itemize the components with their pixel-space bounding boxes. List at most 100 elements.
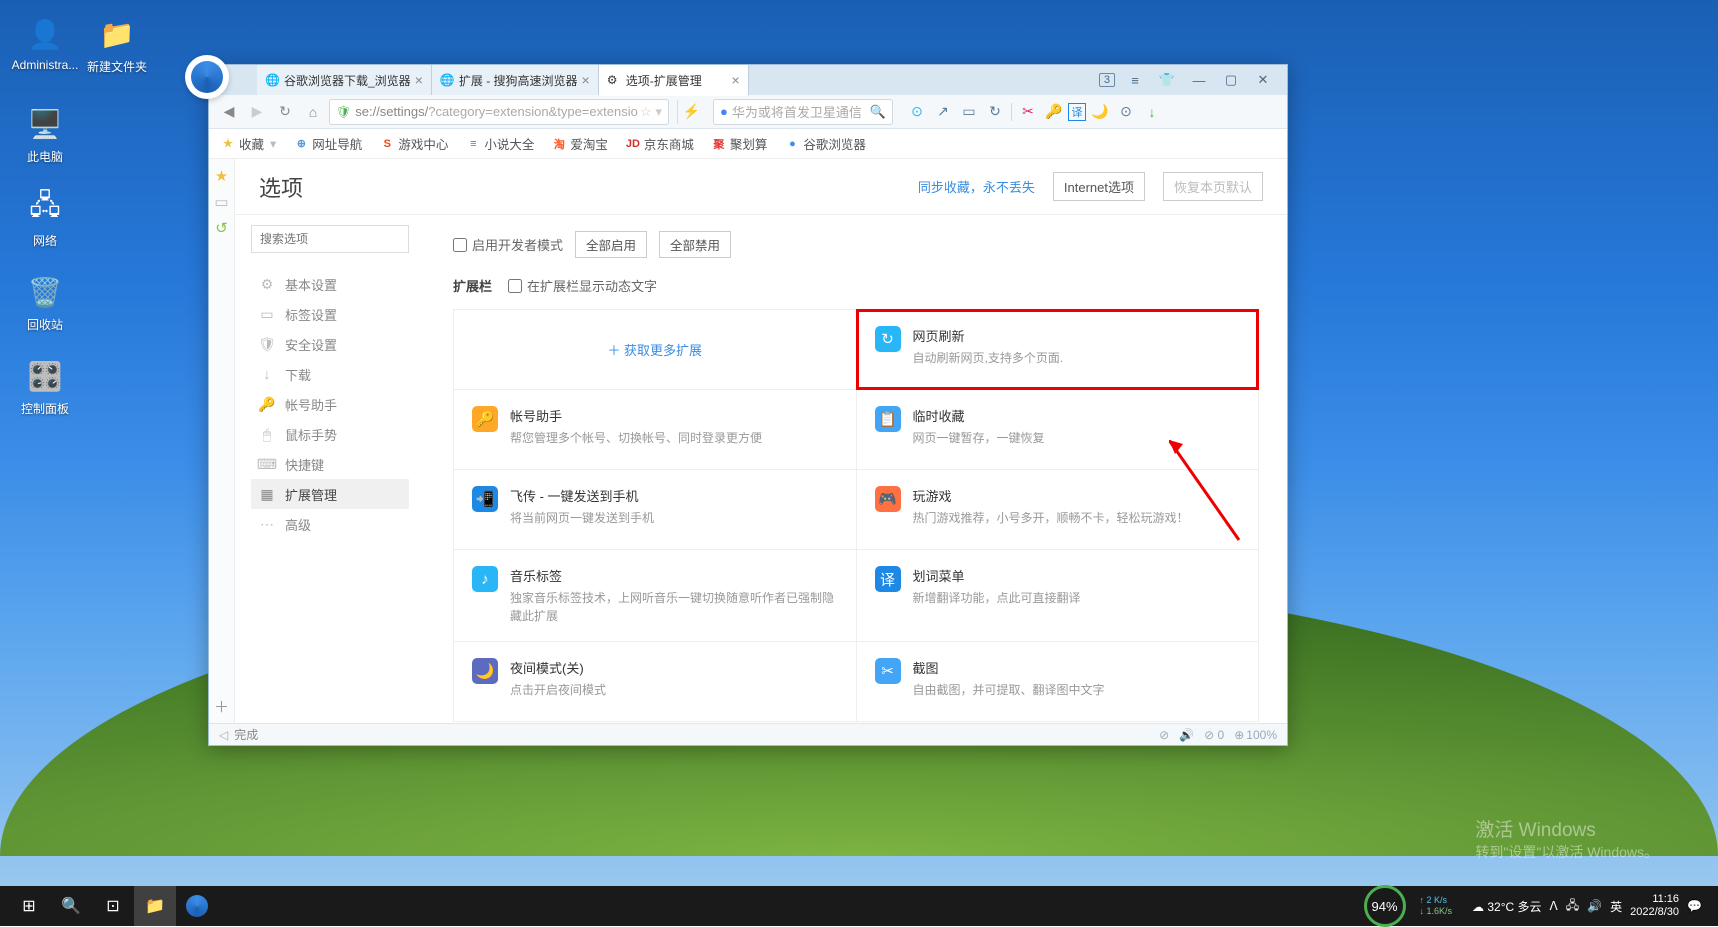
sidebar-item[interactable]: ⌨快捷键 (251, 449, 409, 479)
extension-item[interactable]: 译划词菜单新增翻译功能，点此可直接翻译 (857, 550, 1260, 642)
tray-chevron-icon[interactable]: ᐱ (1550, 899, 1558, 913)
bookmark-item[interactable]: ●谷歌浏览器 (785, 134, 866, 153)
file-explorer-button[interactable]: 📁 (134, 886, 176, 926)
volume-tray-icon[interactable]: 🔊 (1587, 899, 1602, 913)
reload-button[interactable]: ↻ (273, 100, 297, 124)
windows-activation-watermark: 激活 Windows 转到"设置"以激活 Windows。 (1475, 815, 1658, 862)
sound-status-icon[interactable]: 🔊 (1179, 728, 1194, 742)
extension-item[interactable]: ✂截图自由截图，并可提取、翻译图中文字 (857, 642, 1260, 722)
extension-item[interactable]: ♪音乐标签独家音乐标签技术，上网听音乐一键切换随意听作者已强制隐藏此扩展 (454, 550, 857, 642)
bookmark-icon[interactable]: ▭ (957, 100, 981, 124)
sidebar-item[interactable]: ↓下载 (251, 359, 409, 389)
bookmark-item[interactable]: JD京东商城 (626, 134, 694, 153)
desktop-icon[interactable]: 📁新建文件夹 (82, 14, 152, 75)
sidebar-item[interactable]: ▦扩展管理 (251, 479, 409, 509)
minimize-button[interactable]: — (1187, 70, 1211, 90)
internet-options-button[interactable]: Internet选项 (1053, 172, 1145, 201)
extension-title: 帐号助手 (510, 406, 762, 425)
bookmark-star-icon[interactable]: ☆ (640, 104, 652, 120)
lightning-icon[interactable]: ⚡ (677, 100, 701, 124)
menu-icon[interactable]: ≡ (1123, 70, 1147, 90)
home-button[interactable]: ⌂ (301, 100, 325, 124)
settings-search-input[interactable] (251, 225, 409, 253)
dev-mode-checkbox[interactable]: 启用开发者模式 (453, 235, 563, 254)
download-icon[interactable]: ↓ (1140, 100, 1164, 124)
desktop-icon[interactable]: 🖥️此电脑 (10, 104, 80, 165)
bookmark-item[interactable]: S游戏中心 (380, 134, 448, 153)
tab-close-icon[interactable]: × (582, 73, 590, 87)
moon-icon[interactable]: 🌙 (1088, 100, 1112, 124)
sidebar-item[interactable]: ⚙基本设置 (251, 269, 409, 299)
extension-item[interactable]: 📋临时收藏网页一键暂存，一键恢复 (857, 390, 1260, 470)
upload-icon[interactable]: ↗ (931, 100, 955, 124)
toolbar-icons: ⊙ ↗ ▭ ↻ ✂ 🔑 译 🌙 ⊙ ↓ (905, 100, 1164, 124)
network-tray-icon[interactable]: 🖧 (1566, 896, 1579, 917)
star-tab-icon[interactable]: ★ (211, 165, 233, 187)
search-taskbar-button[interactable]: 🔍 (50, 886, 92, 926)
sogou-browser-taskbar-button[interactable] (176, 886, 218, 926)
desktop-icon[interactable]: 🖧网络 (10, 188, 80, 249)
extension-item[interactable]: ↻网页刷新自动刷新网页,支持多个页面. (857, 310, 1260, 390)
desktop-icon-glyph: 🖥️ (25, 104, 65, 144)
history-tab-icon[interactable]: ↺ (211, 217, 233, 239)
extension-item[interactable]: 🎮玩游戏热门游戏推荐，小号多开，顺畅不卡，轻松玩游戏！ (857, 470, 1260, 550)
sidebar-item[interactable]: 🛡安全设置 (251, 329, 409, 359)
prev-page-icon[interactable]: ◁ (219, 728, 228, 742)
block-status-icon[interactable]: ⊘ 0 (1204, 728, 1224, 742)
notifications-icon[interactable]: 💬 (1687, 899, 1702, 913)
browser-tab[interactable]: 🌐谷歌浏览器下载_浏览器× (257, 65, 432, 95)
start-button[interactable]: ⊞ (8, 886, 50, 926)
desktop-icon[interactable]: 👤Administra... (10, 14, 80, 72)
forward-button[interactable]: ▶ (245, 100, 269, 124)
zoom-status[interactable]: ⊕ 100% (1234, 728, 1277, 742)
bookmark-item[interactable]: ⊕网址导航 (294, 134, 362, 153)
sidebar-item[interactable]: ⋯高级 (251, 509, 409, 539)
tab-close-icon[interactable]: × (732, 73, 740, 87)
sidebar-item[interactable]: 🖱鼠标手势 (251, 419, 409, 449)
scissors-icon[interactable]: ✂ (1016, 100, 1040, 124)
key-icon[interactable]: 🔑 (1042, 100, 1066, 124)
desktop-icon[interactable]: 🎛️控制面板 (10, 356, 80, 417)
skin-icon[interactable]: 👕 (1155, 70, 1179, 90)
compass-icon[interactable]: ⊙ (905, 100, 929, 124)
sync-link[interactable]: 同步收藏，永不丢失 (918, 177, 1035, 196)
tab-count-badge[interactable]: 3 (1099, 73, 1115, 87)
ime-indicator[interactable]: 英 (1610, 898, 1622, 915)
refresh-icon[interactable]: ↻ (983, 100, 1007, 124)
bookmark-item[interactable]: 聚聚划算 (712, 134, 768, 153)
more-icon[interactable]: ⊙ (1114, 100, 1138, 124)
extension-item[interactable]: 🔑帐号助手帮您管理多个帐号、切换帐号、同时登录更方便 (454, 390, 857, 470)
dynamic-text-checkbox[interactable]: 在扩展栏显示动态文字 (508, 276, 657, 295)
disable-all-button[interactable]: 全部禁用 (659, 231, 731, 258)
weather-widget[interactable]: ☁ 32°C 多云 (1472, 898, 1542, 915)
task-view-button[interactable]: ⊡ (92, 886, 134, 926)
browser-tab[interactable]: ⚙选项-扩展管理× (599, 65, 749, 96)
back-button[interactable]: ◀ (217, 100, 241, 124)
add-tab-icon[interactable]: ＋ (211, 695, 233, 717)
search-icon[interactable]: 🔍 (870, 104, 886, 120)
close-button[interactable]: ✕ (1251, 70, 1275, 90)
maximize-button[interactable]: ▢ (1219, 70, 1243, 90)
tab-close-icon[interactable]: × (415, 73, 423, 87)
search-box[interactable]: ● 华为或将首发卫星通信 🔍 (713, 99, 893, 125)
sidebar-item[interactable]: ▭标签设置 (251, 299, 409, 329)
bookmark-item[interactable]: ★收藏▾ (221, 134, 276, 153)
sidebar-item[interactable]: 🔑帐号助手 (251, 389, 409, 419)
address-bar[interactable]: 🛡 se://settings/?category=extension&type… (329, 99, 669, 125)
restore-defaults-button[interactable]: 恢复本页默认 (1163, 172, 1263, 201)
battery-widget[interactable]: 94% (1364, 885, 1406, 927)
extension-item[interactable]: 📲飞传 - 一键发送到手机将当前网页一键发送到手机 (454, 470, 857, 550)
dropdown-icon[interactable]: ▾ (655, 104, 662, 120)
taskbar-clock[interactable]: 11:16 2022/8/30 (1630, 893, 1679, 919)
translate-icon[interactable]: 译 (1068, 103, 1086, 121)
browser-tab[interactable]: 🌐扩展 - 搜狗高速浏览器× (432, 65, 599, 95)
desktop-icon[interactable]: 🗑️回收站 (10, 272, 80, 333)
bookmark-item[interactable]: ≡小说大全 (466, 134, 534, 153)
bookmark-item[interactable]: 淘爱淘宝 (552, 134, 608, 153)
screen-tab-icon[interactable]: ▭ (211, 191, 233, 213)
search-engine-icon: ● (720, 104, 728, 119)
extension-item[interactable]: 🌙夜间模式(关)点击开启夜间模式 (454, 642, 857, 722)
enable-all-button[interactable]: 全部启用 (575, 231, 647, 258)
get-more-extensions[interactable]: ＋ 获取更多扩展 (454, 310, 857, 390)
shield-status-icon[interactable]: ⊘ (1159, 728, 1169, 742)
